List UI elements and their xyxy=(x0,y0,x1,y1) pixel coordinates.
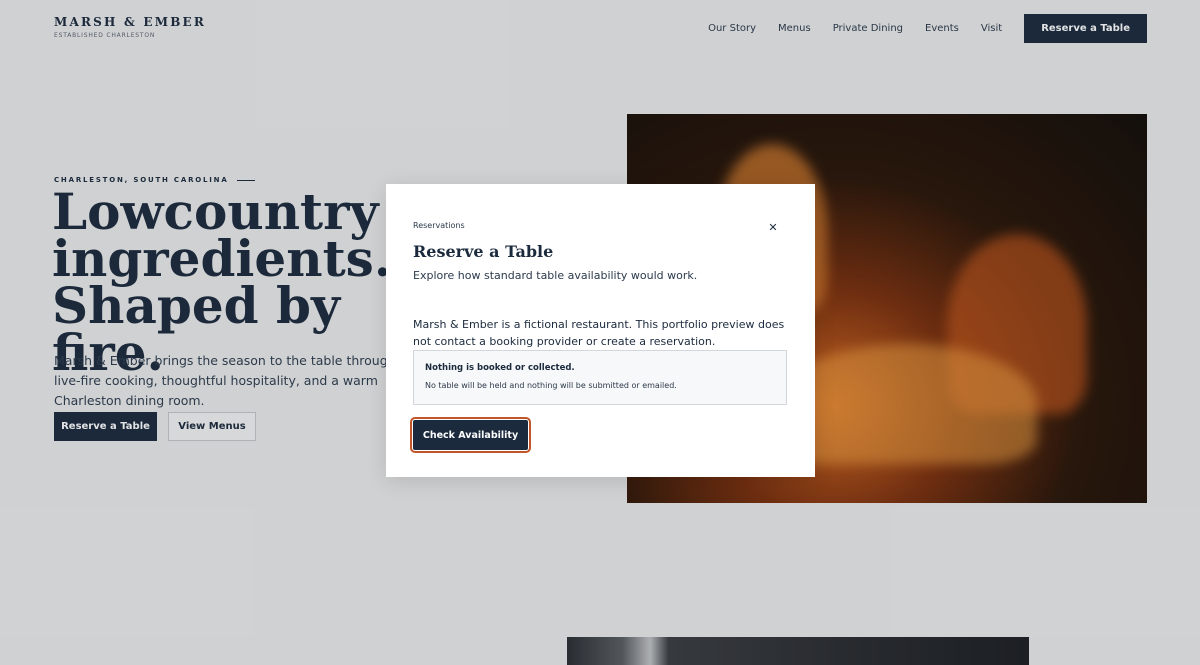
modal-eyebrow: Reservations xyxy=(413,221,465,230)
reservation-modal: Reservations ✕ Reserve a Table Explore h… xyxy=(386,184,815,477)
notice-title: Nothing is booked or collected. xyxy=(425,363,575,373)
notice-box: Nothing is booked or collected. No table… xyxy=(413,350,787,405)
notice-body: No table will be held and nothing will b… xyxy=(425,381,677,390)
modal-title: Reserve a Table xyxy=(413,242,554,261)
close-icon[interactable]: ✕ xyxy=(766,220,780,234)
modal-disclaimer: Marsh & Ember is a fictional restaurant.… xyxy=(413,318,785,348)
check-availability-button[interactable]: Check Availability xyxy=(410,417,531,453)
modal-subtitle: Explore how standard table availability … xyxy=(413,269,698,282)
